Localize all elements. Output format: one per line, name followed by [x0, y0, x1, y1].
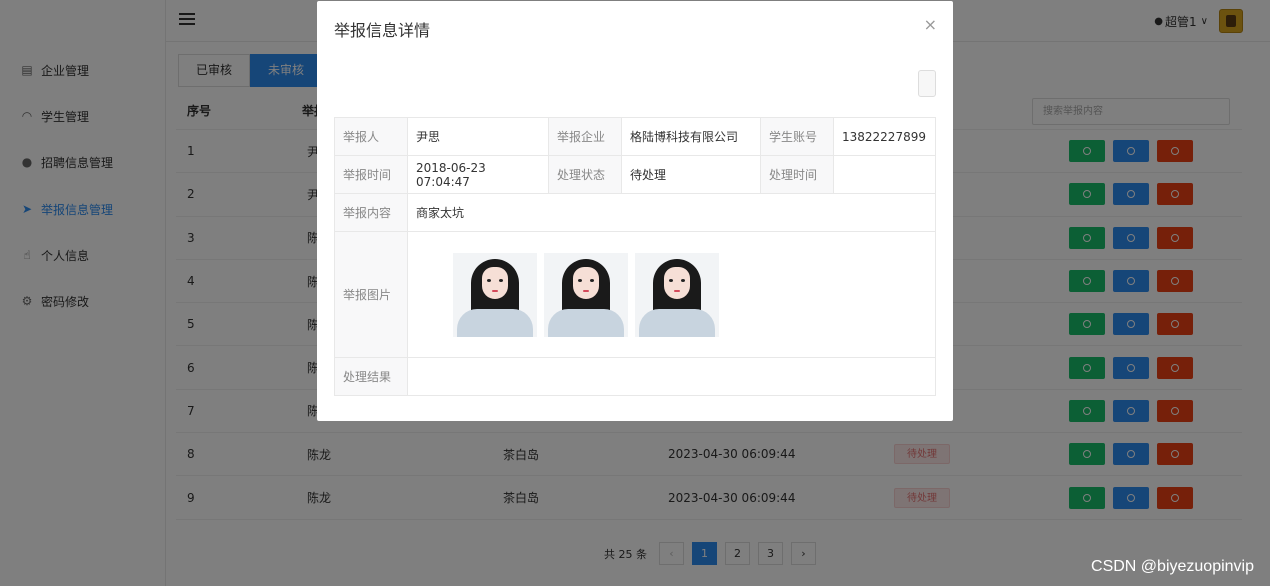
content-value: 商家太坑 — [407, 193, 936, 232]
content-label: 举报内容 — [334, 193, 408, 232]
reporter-value: 尹思 — [407, 117, 549, 156]
watermark: CSDN @biyezuopinvip — [1091, 558, 1254, 575]
reporter-label: 举报人 — [334, 117, 408, 156]
status-value: 待处理 — [621, 155, 761, 194]
images-label: 举报图片 — [334, 231, 408, 358]
report-detail-modal: 举报信息详情 × 举报人 尹思 举报企业 格陆博科技有限公司 学生账号 1382… — [317, 1, 953, 421]
modal-action-button[interactable] — [918, 70, 936, 97]
account-label: 学生账号 — [760, 117, 834, 156]
status-label: 处理状态 — [548, 155, 622, 194]
result-label: 处理结果 — [334, 357, 408, 396]
time-value: 2018-06-23 07:04:47 — [407, 155, 549, 194]
images-cell — [407, 231, 936, 358]
handled-time-value — [833, 155, 936, 194]
modal-title: 举报信息详情 — [334, 21, 431, 40]
account-value: 13822227899 — [833, 117, 936, 156]
handled-time-label: 处理时间 — [760, 155, 834, 194]
report-image[interactable] — [635, 252, 719, 337]
company-value: 格陆博科技有限公司 — [621, 117, 761, 156]
report-image[interactable] — [544, 252, 628, 337]
time-label: 举报时间 — [334, 155, 408, 194]
report-image[interactable] — [453, 252, 537, 337]
close-icon[interactable]: × — [924, 15, 937, 34]
company-label: 举报企业 — [548, 117, 622, 156]
result-value — [407, 357, 936, 396]
detail-table: 举报人 尹思 举报企业 格陆博科技有限公司 学生账号 13822227899 举… — [334, 117, 936, 396]
